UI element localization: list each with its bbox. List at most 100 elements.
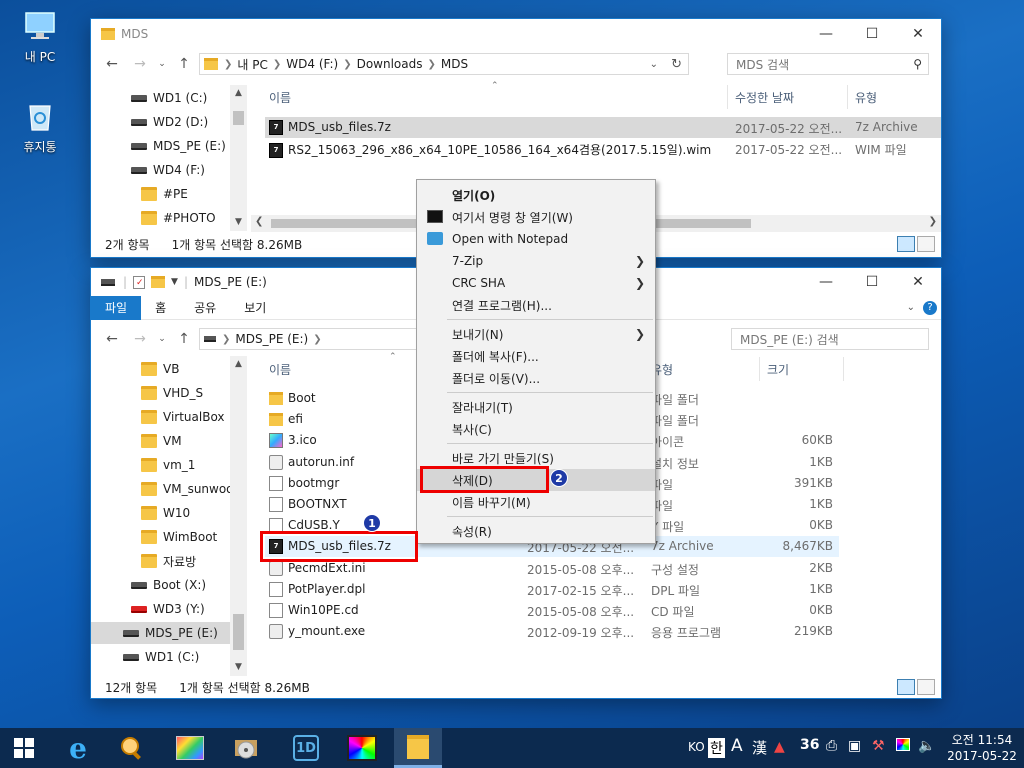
menu-item-열기[interactable]: 열기(O) <box>417 184 655 206</box>
chevron-down-icon[interactable]: ⌄ <box>650 59 658 70</box>
column-separator[interactable] <box>843 357 844 381</box>
tray-tool-icon[interactable]: ⚒ <box>872 738 885 754</box>
minimize-button[interactable]: — <box>803 268 849 296</box>
refresh-icon[interactable]: ↻ <box>671 57 682 72</box>
maximize-button[interactable]: ☐ <box>849 268 895 296</box>
tree-scrollbar[interactable]: ▲ ▼ <box>230 356 247 676</box>
tray-color-icon[interactable] <box>896 738 910 751</box>
taskbar-search-tool[interactable] <box>108 728 156 768</box>
tree-item-photo[interactable]: #PHOTO <box>141 207 216 229</box>
maximize-button[interactable]: ☐ <box>849 19 895 49</box>
tree-scrollbar[interactable]: ▲ ▼ <box>230 85 247 231</box>
tree-item-wd1-c[interactable]: WD1 (C:) <box>123 646 199 668</box>
menu-item-잘라내기[interactable]: 잘라내기(T) <box>417 396 655 418</box>
taskbar-media-disc[interactable] <box>222 728 270 768</box>
column-header-modified[interactable]: 수정한 날짜 <box>735 85 794 109</box>
tree-item-vm-sunwoo[interactable]: VM_sunwoo <box>141 478 234 500</box>
tree-item-w10[interactable]: W10 <box>141 502 190 524</box>
column-header-name[interactable]: 이름 <box>269 85 291 109</box>
up-button[interactable]: ↑ <box>173 53 195 75</box>
file-row[interactable]: y_mount.exe 2012-09-19 오후... 응용 프로그램 219KB <box>265 621 839 642</box>
tree-item-vm-1[interactable]: vm_1 <box>141 454 195 476</box>
tab-view[interactable]: 보기 <box>230 296 280 320</box>
menu-item-여기서-명령-창-열기[interactable]: 여기서 명령 창 열기(W) <box>417 206 655 228</box>
tray-app-icon[interactable]: ▲ <box>774 739 785 755</box>
file-row[interactable]: 7 RS2_15063_296_x86_x64_10PE_10586_164_x6… <box>265 138 941 159</box>
column-header-name[interactable]: 이름 <box>269 357 291 381</box>
file-row[interactable]: 7 MDS_usb_files.7z 2017-05-22 오전... 7z Ar… <box>265 117 941 138</box>
expand-ribbon-icon[interactable]: ⌄ <box>907 302 915 313</box>
tray-language[interactable]: KO <box>688 740 705 754</box>
back-button[interactable]: ← <box>101 53 123 75</box>
tree-item-pe[interactable]: #PE <box>141 183 188 205</box>
column-header-type[interactable]: 유형 <box>855 85 877 109</box>
tray-usb-icon[interactable]: ⎙ <box>826 738 837 754</box>
address-bar[interactable]: ❯ 내 PC ❯ WD4 (F:) ❯ Downloads ❯ MDS ⌄ ↻ <box>199 53 689 75</box>
tree-item-vb[interactable]: VB <box>141 358 179 380</box>
file-row[interactable]: PotPlayer.dpl 2017-02-15 오후... DPL 파일 1KB <box>265 579 839 600</box>
menu-item-이름-바꾸기[interactable]: 이름 바꾸기(M) <box>417 491 655 513</box>
menu-item-crc-sha[interactable]: CRC SHA ❯ <box>417 272 655 294</box>
quick-access-dropdown-icon[interactable]: ▼ <box>171 277 178 287</box>
scroll-up-icon[interactable]: ▲ <box>230 85 247 102</box>
taskbar-file-explorer[interactable] <box>394 728 442 768</box>
window-titlebar[interactable]: MDS — ☐ ✕ <box>91 19 941 49</box>
taskbar-internet-explorer[interactable]: e <box>54 728 102 768</box>
menu-item-속성[interactable]: 속성(R) <box>417 520 655 542</box>
search-input[interactable]: MDS_PE (E:) 검색 <box>731 328 929 350</box>
search-input[interactable]: MDS 검색 ⚲ <box>727 53 929 75</box>
column-separator[interactable] <box>847 85 848 109</box>
tree-item-jaryobang[interactable]: 자료방 <box>141 550 196 572</box>
menu-item-복사[interactable]: 복사(C) <box>417 418 655 440</box>
taskbar-color-app[interactable] <box>338 728 386 768</box>
tab-home[interactable]: 홈 <box>141 296 180 320</box>
tree-item-wd2[interactable]: WD2 (D:) <box>131 111 208 133</box>
details-view-icon[interactable] <box>897 679 915 695</box>
menu-item-open-with-notepad[interactable]: Open with Notepad <box>417 228 655 250</box>
properties-icon[interactable]: ✓ <box>133 275 146 289</box>
tray-clock[interactable]: 오전 11:54 2017-05-22 <box>942 732 1022 764</box>
large-icons-view-icon[interactable] <box>917 679 935 695</box>
menu-item-폴더에-복사[interactable]: 폴더에 복사(F)... <box>417 345 655 367</box>
address-bar[interactable]: ❯ MDS_PE (E:) ❯ <box>199 328 419 350</box>
breadcrumb-item[interactable]: WD4 (F:) <box>286 57 338 71</box>
file-row[interactable]: Win10PE.cd 2015-05-08 오후... CD 파일 0KB <box>265 600 839 621</box>
desktop-icon-mypc[interactable]: 내 PC <box>8 8 72 65</box>
start-button[interactable] <box>0 728 48 768</box>
tray-ime-hanja[interactable]: 漢 <box>752 737 767 758</box>
tree-item-mds-pe-selected[interactable]: MDS_PE (E:) <box>91 622 230 644</box>
large-icons-view-icon[interactable] <box>917 236 935 252</box>
tree-item-vm[interactable]: VM <box>141 430 182 452</box>
new-folder-icon[interactable] <box>151 276 166 288</box>
tree-item-wd4[interactable]: WD4 (F:) <box>131 159 205 181</box>
scroll-down-icon[interactable]: ▼ <box>230 214 247 231</box>
taskbar-image-viewer[interactable] <box>166 728 214 768</box>
scroll-up-icon[interactable]: ▲ <box>230 356 247 373</box>
menu-item-7-zip[interactable]: 7-Zip ❯ <box>417 250 655 272</box>
tray-36-icon[interactable]: 36 <box>800 737 819 753</box>
scroll-right-icon[interactable]: ❯ <box>929 216 937 227</box>
help-icon[interactable]: ? <box>923 300 937 315</box>
back-button[interactable]: ← <box>101 328 123 350</box>
breadcrumb-item[interactable]: MDS_PE (E:) <box>235 332 308 346</box>
recent-dropdown-button[interactable]: ⌄ <box>151 328 173 350</box>
tree-item-virtualbox[interactable]: VirtualBox <box>141 406 225 428</box>
close-button[interactable]: ✕ <box>895 19 941 49</box>
menu-item-폴더로-이동[interactable]: 폴더로 이동(V)... <box>417 367 655 389</box>
breadcrumb-item[interactable]: 내 PC <box>237 56 267 73</box>
tree-item-wd1[interactable]: WD1 (C:) <box>131 87 207 109</box>
scroll-thumb[interactable] <box>233 614 244 650</box>
menu-item-보내기[interactable]: 보내기(N) ❯ <box>417 323 655 345</box>
column-separator[interactable] <box>759 357 760 381</box>
recent-dropdown-button[interactable]: ⌄ <box>151 53 173 75</box>
tab-file[interactable]: 파일 <box>91 295 142 320</box>
tray-ime-hangul[interactable]: 한 <box>708 738 725 758</box>
tree-item-wd3-y[interactable]: WD3 (Y:) <box>131 598 205 620</box>
forward-button[interactable]: → <box>129 328 151 350</box>
scroll-thumb[interactable] <box>233 111 244 125</box>
close-button[interactable]: ✕ <box>895 268 941 296</box>
forward-button[interactable]: → <box>129 53 151 75</box>
scroll-left-icon[interactable]: ❮ <box>255 216 263 227</box>
tree-item-vhd-s[interactable]: VHD_S <box>141 382 203 404</box>
tree-item-mds-pe[interactable]: MDS_PE (E:) <box>131 135 226 157</box>
